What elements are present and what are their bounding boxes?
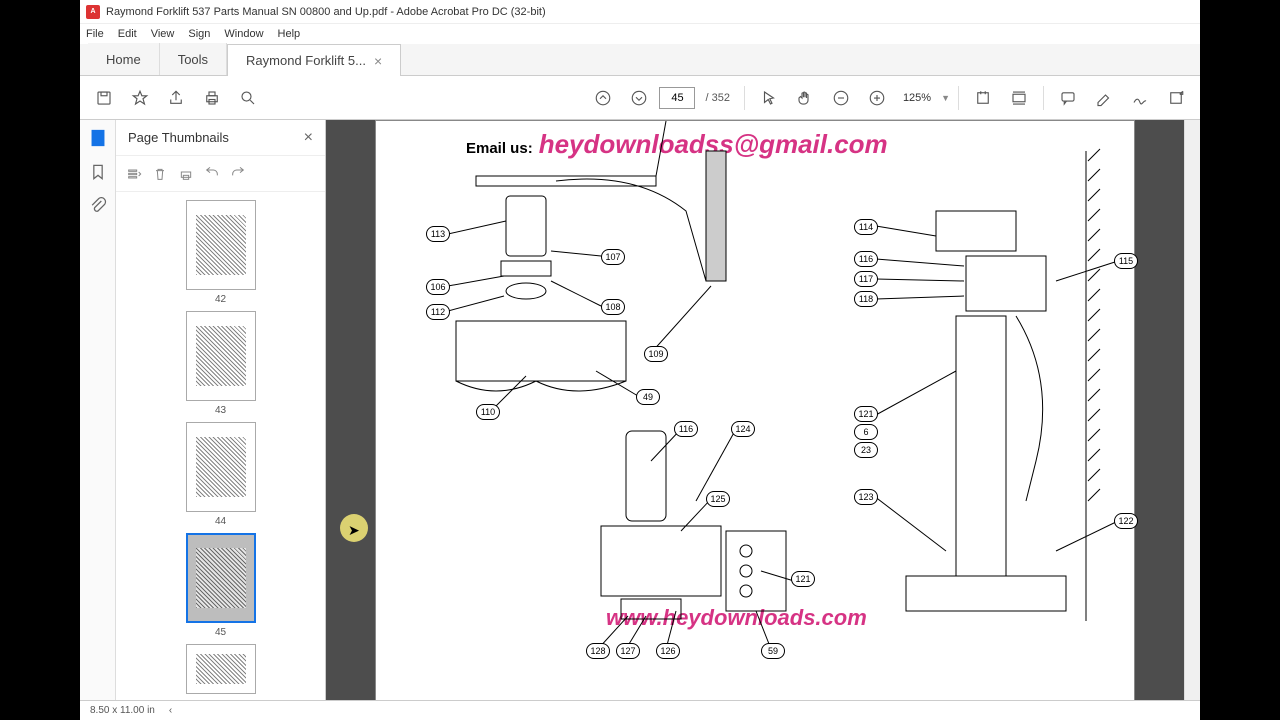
fit-page-icon[interactable] [1003,82,1035,114]
thumb-46[interactable] [186,644,256,694]
more-tools-icon[interactable] [1160,82,1192,114]
callout: 116 [854,251,878,267]
callout: 123 [854,489,878,505]
window-title: Raymond Forklift 537 Parts Manual SN 008… [106,6,546,18]
scroll-left-icon[interactable]: ‹ [169,705,172,716]
left-rail [80,120,116,700]
callout: 107 [601,249,625,265]
document-area[interactable]: Email us:heydownloadss@gmail.com www.hey… [326,120,1184,700]
thumb-45[interactable]: 45 [186,533,256,638]
pdf-page: Email us:heydownloadss@gmail.com www.hey… [375,120,1135,700]
callout: 126 [656,643,680,659]
close-panel-icon[interactable]: × [304,129,313,147]
attachments-rail-icon[interactable] [88,196,108,216]
callout: 116 [674,421,698,437]
menu-file[interactable]: File [86,28,104,40]
callout: 49 [636,389,660,405]
thumb-44[interactable]: 44 [186,422,256,527]
status-bar: 8.50 x 11.00 in ‹ [80,700,1200,720]
cursor-icon: ➤ [348,522,360,539]
app-body: Page Thumbnails × 42 43 44 45 Emai [80,120,1200,700]
pdf-icon: A [86,5,100,19]
callout: 23 [854,442,878,458]
callout: 6 [854,424,878,440]
thumbnails-title: Page Thumbnails [128,130,229,145]
acrobat-window: A Raymond Forklift 537 Parts Manual SN 0… [80,0,1200,720]
search-icon[interactable] [232,82,264,114]
thumb-43[interactable]: 43 [186,311,256,416]
hand-tool-icon[interactable] [789,82,821,114]
star-icon[interactable] [124,82,156,114]
thumbnails-list[interactable]: 42 43 44 45 [116,192,325,700]
callout: 118 [854,291,878,307]
close-tab-icon[interactable]: × [374,53,382,69]
callout: 124 [731,421,755,437]
callout: 112 [426,304,450,320]
cursor-highlight [340,514,368,542]
page-dimensions: 8.50 x 11.00 in [90,705,155,716]
callout: 113 [426,226,450,242]
zoom-in-icon[interactable] [861,82,893,114]
thumb-42[interactable]: 42 [186,200,256,305]
callout: 122 [1114,513,1138,529]
vertical-scrollbar[interactable] [1184,120,1200,700]
thumb-delete-icon[interactable] [152,166,168,182]
menu-edit[interactable]: Edit [118,28,137,40]
callout: 108 [601,299,625,315]
callout: 121 [791,571,815,587]
thumb-undo-icon[interactable] [204,166,220,182]
callout: 110 [476,404,500,420]
menu-help[interactable]: Help [278,28,301,40]
comment-icon[interactable] [1052,82,1084,114]
thumbnails-rail-icon[interactable] [88,128,108,148]
thumb-print-icon[interactable] [178,166,194,182]
title-bar: A Raymond Forklift 537 Parts Manual SN 0… [80,0,1200,24]
callout: 114 [854,219,878,235]
callout: 109 [644,346,668,362]
bookmarks-rail-icon[interactable] [88,162,108,182]
tab-tools[interactable]: Tools [160,43,227,75]
highlight-icon[interactable] [1088,82,1120,114]
print-icon[interactable] [196,82,228,114]
menu-sign[interactable]: Sign [188,28,210,40]
thumb-options-icon[interactable] [126,166,142,182]
page-up-icon[interactable] [587,82,619,114]
save-icon[interactable] [88,82,120,114]
thumbnails-toolbar [116,156,325,192]
callout: 117 [854,271,878,287]
zoom-out-icon[interactable] [825,82,857,114]
page-down-icon[interactable] [623,82,655,114]
thumb-redo-icon[interactable] [230,166,246,182]
menu-window[interactable]: Window [224,28,263,40]
page-number-input[interactable] [659,87,695,109]
zoom-dropdown-icon[interactable]: ▼ [941,93,950,103]
share-icon[interactable] [160,82,192,114]
select-tool-icon[interactable] [753,82,785,114]
callout: 59 [761,643,785,659]
sign-icon[interactable] [1124,82,1156,114]
thumbnails-panel: Page Thumbnails × 42 43 44 45 [116,120,326,700]
page-count: / 352 [705,92,729,104]
fit-width-icon[interactable] [967,82,999,114]
callout: 121 [854,406,878,422]
tab-home[interactable]: Home [88,43,160,75]
callout: 115 [1114,253,1138,269]
menu-bar: File Edit View Sign Window Help [80,24,1200,44]
menu-view[interactable]: View [151,28,175,40]
tab-document[interactable]: Raymond Forklift 5...× [227,44,401,76]
callout: 128 [586,643,610,659]
callout: 106 [426,279,450,295]
callout: 127 [616,643,640,659]
tab-bar: Home Tools Raymond Forklift 5...× [80,44,1200,76]
main-toolbar: / 352 125% ▼ [80,76,1200,120]
callout: 125 [706,491,730,507]
zoom-level[interactable]: 125% [897,92,937,104]
